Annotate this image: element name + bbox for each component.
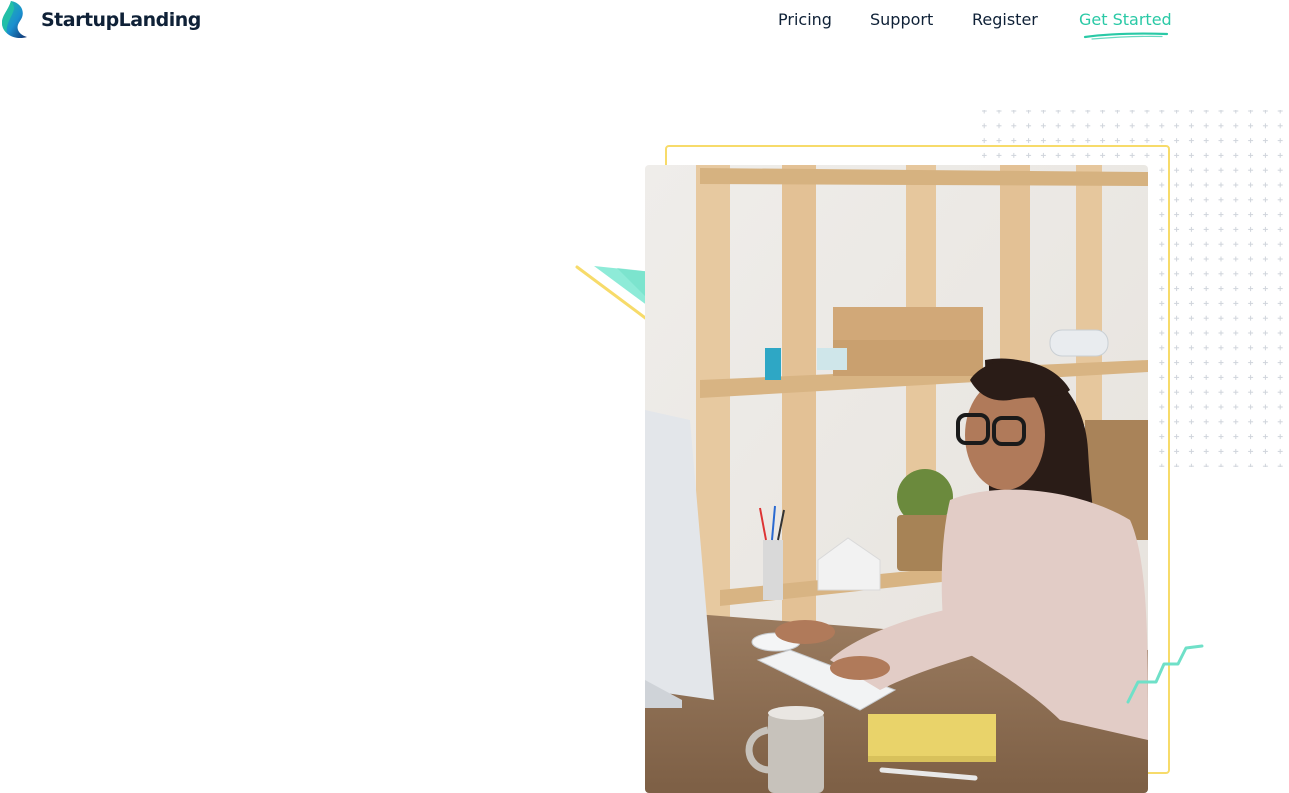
hero-illustration — [575, 110, 1289, 793]
hero-photo — [645, 165, 1148, 793]
